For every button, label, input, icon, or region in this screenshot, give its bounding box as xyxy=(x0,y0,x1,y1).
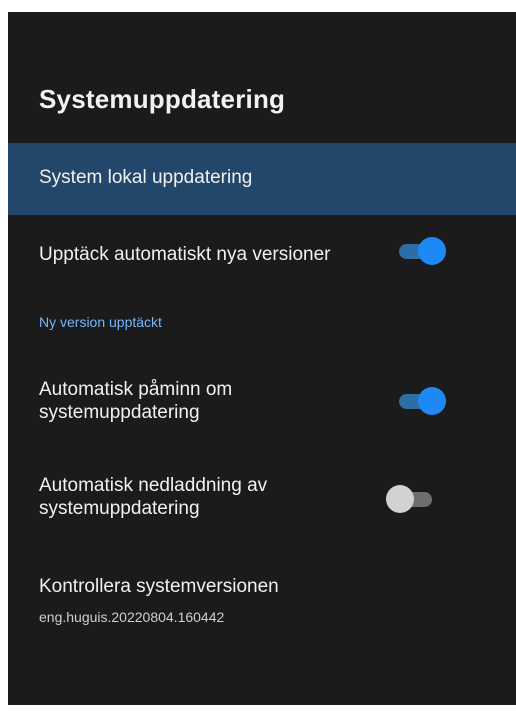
page-title: Systemuppdatering xyxy=(39,84,286,114)
toggle-knob xyxy=(418,237,446,265)
auto-detect-label: Upptäck automatiskt nya versioner xyxy=(39,244,331,265)
auto-reminder-label-line1: Automatisk påminn om xyxy=(39,379,233,400)
version-string: eng.huguis.20220804.160442 xyxy=(39,609,225,625)
auto-reminder-label-line2: systemuppdatering xyxy=(39,402,200,423)
system-local-update-row[interactable]: System lokal uppdatering xyxy=(8,143,516,215)
toggle-knob xyxy=(386,485,414,513)
auto-detect-toggle[interactable] xyxy=(397,235,449,267)
auto-download-label-line1: Automatisk nedladdning av xyxy=(39,475,268,496)
auto-reminder-toggle[interactable] xyxy=(397,385,449,417)
check-version-label: Kontrollera systemversionen xyxy=(39,576,279,597)
auto-download-label-line2: systemuppdatering xyxy=(39,498,200,519)
settings-panel: Systemuppdatering System lokal uppdateri… xyxy=(8,12,516,705)
new-version-detected-heading: Ny version upptäckt xyxy=(39,314,162,330)
auto-download-toggle[interactable] xyxy=(386,483,438,515)
system-local-update-label: System lokal uppdatering xyxy=(39,167,253,188)
toggle-knob xyxy=(418,387,446,415)
